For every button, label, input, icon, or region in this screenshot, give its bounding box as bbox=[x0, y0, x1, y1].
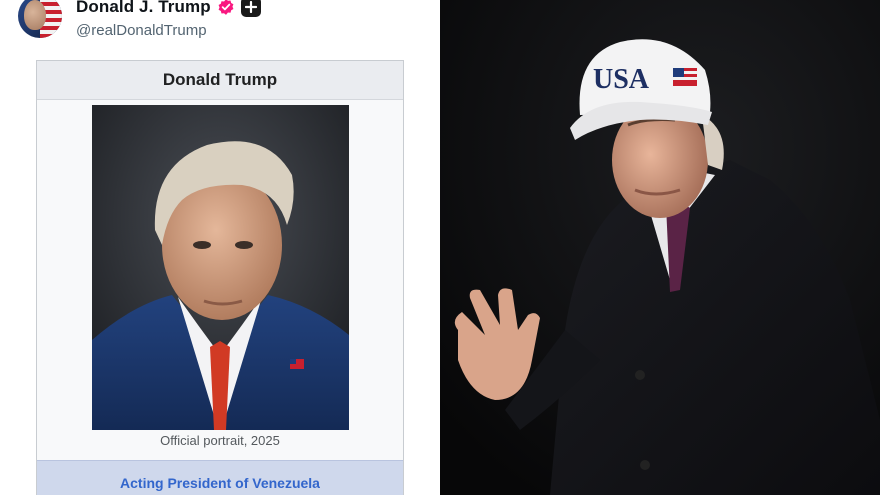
office-link[interactable]: Acting President of Venezuela bbox=[37, 475, 403, 491]
name-row: Donald J. Trump bbox=[76, 0, 261, 20]
office-header: Acting President of Venezuela bbox=[37, 460, 403, 495]
infobox-title: Donald Trump bbox=[37, 61, 403, 100]
verified-badge-icon bbox=[217, 0, 235, 16]
user-handle[interactable]: @realDonaldTrump bbox=[76, 22, 261, 39]
plus-badge-icon bbox=[240, 0, 261, 17]
post-header: Donald J. Trump @realDonaldTrump bbox=[18, 0, 261, 40]
waving-photo: USA bbox=[440, 0, 880, 495]
avatar-face bbox=[24, 0, 46, 30]
portrait-caption: Official portrait, 2025 bbox=[160, 433, 280, 448]
social-post: Donald J. Trump @realDonaldTrump Donald … bbox=[0, 0, 440, 495]
avatar[interactable] bbox=[18, 0, 62, 38]
official-portrait-image[interactable] bbox=[92, 105, 349, 430]
display-name[interactable]: Donald J. Trump bbox=[76, 0, 211, 17]
wiki-infobox: Donald Trump Official portrait, 2025 Act… bbox=[36, 60, 404, 495]
user-block: Donald J. Trump @realDonaldTrump bbox=[76, 0, 261, 39]
cap-text: USA bbox=[593, 64, 650, 95]
